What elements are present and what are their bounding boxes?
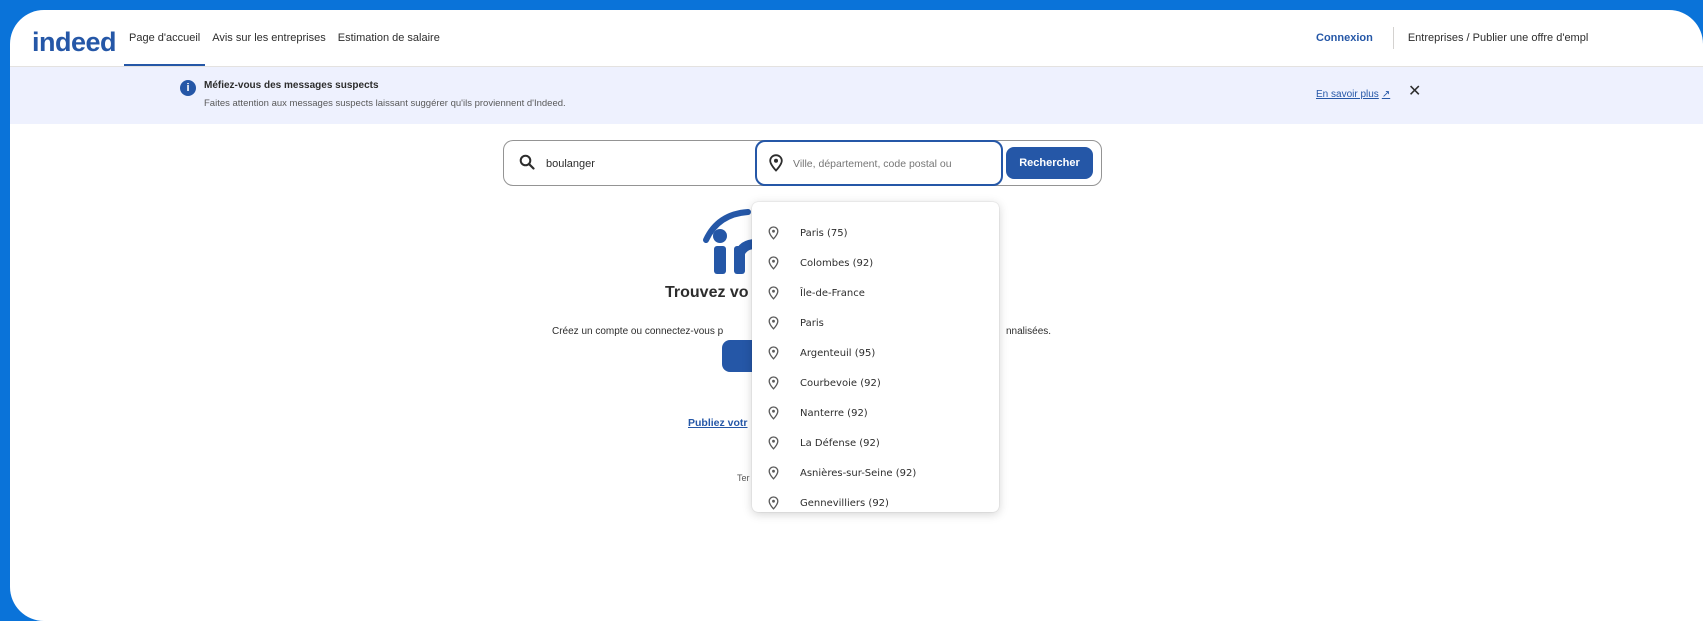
hero-subtitle: Créez un compte ou connectez-vous p xyxy=(552,326,724,337)
location-pin-icon xyxy=(768,286,779,300)
suggestions-list: Paris (75) Colombes (92) Île-de-France Pari… xyxy=(752,218,999,518)
location-suggestion[interactable]: Paris xyxy=(752,308,999,338)
search-icon xyxy=(519,154,535,170)
nav-company-reviews[interactable]: Avis sur les entreprises xyxy=(207,10,331,66)
suggestion-label: Paris xyxy=(800,317,824,329)
location-suggestion[interactable]: Paris (75) xyxy=(752,218,999,248)
search-button[interactable]: Rechercher xyxy=(1006,147,1093,179)
location-suggestion[interactable]: Argenteuil (95) xyxy=(752,338,999,368)
where-field xyxy=(755,140,1003,186)
location-suggestion[interactable]: Courbevoie (92) xyxy=(752,368,999,398)
learn-more-link[interactable]: En savoir plus ↗ xyxy=(1316,89,1390,100)
job-title-input[interactable] xyxy=(544,153,748,175)
hero-subtitle-end: nnalisées. xyxy=(1006,326,1052,337)
location-pin-icon xyxy=(768,256,779,270)
location-suggestion[interactable]: Gennevilliers (92) xyxy=(752,488,999,518)
location-suggestion[interactable]: Asnières-sur-Seine (92) xyxy=(752,458,999,488)
location-suggestion[interactable]: Colombes (92) xyxy=(752,248,999,278)
location-pin-icon xyxy=(768,406,779,420)
terms-link[interactable]: Ter xyxy=(737,473,750,483)
suggestion-label: Courbevoie (92) xyxy=(800,377,881,389)
suggestion-label: Nanterre (92) xyxy=(800,407,868,419)
location-suggestion[interactable]: Île-de-France xyxy=(752,278,999,308)
external-link-icon: ↗ xyxy=(1381,89,1391,100)
banner-title: Méfiez-vous des messages suspects xyxy=(204,80,379,91)
location-suggestion[interactable]: La Défense (92) xyxy=(752,428,999,458)
learn-more-label: En savoir plus xyxy=(1316,89,1379,100)
suggestion-label: Gennevilliers (92) xyxy=(800,497,889,509)
main-nav: Page d'accueil Avis sur les entreprises … xyxy=(124,10,447,66)
suggestion-label: Colombes (92) xyxy=(800,257,874,269)
location-pin-icon xyxy=(768,466,779,480)
nav-salary-estimate[interactable]: Estimation de salaire xyxy=(333,10,445,66)
close-icon[interactable]: ✕ xyxy=(1408,81,1421,101)
location-suggestion[interactable]: Nanterre (92) xyxy=(752,398,999,428)
nav-home[interactable]: Page d'accueil xyxy=(124,10,206,66)
header-actions: Connexion Entreprises / Publier une offr… xyxy=(1316,10,1588,66)
location-pin-icon xyxy=(768,346,779,360)
suggestion-label: Paris (75) xyxy=(800,227,848,239)
suggestion-label: Île-de-France xyxy=(800,287,865,299)
suggestion-label: La Défense (92) xyxy=(800,437,880,449)
scam-warning-banner: i Méfiez-vous des messages suspects Fait… xyxy=(10,67,1703,124)
indeed-logo[interactable]: indeed xyxy=(32,27,117,58)
job-search-bar: Rechercher xyxy=(503,140,1102,186)
info-icon: i xyxy=(180,80,196,96)
location-suggestions-dropdown: Paris (75) Colombes (92) Île-de-France Pari… xyxy=(752,202,999,512)
what-field xyxy=(504,141,754,185)
location-input[interactable] xyxy=(791,153,995,175)
banner-text: Faites attention aux messages suspects l… xyxy=(204,98,566,109)
browser-page: indeed Page d'accueil Avis sur les entre… xyxy=(10,10,1703,621)
suggestion-label: Asnières-sur-Seine (92) xyxy=(800,467,917,479)
location-pin-icon xyxy=(768,436,779,450)
location-pin-icon xyxy=(768,376,779,390)
hero-title: Trouvez vo xyxy=(665,284,749,301)
location-pin-icon xyxy=(768,316,779,330)
employers-link[interactable]: Entreprises / Publier une offre d'empl xyxy=(1408,32,1588,44)
publish-resume-link[interactable]: Publiez votr xyxy=(688,417,748,429)
header-divider xyxy=(1392,27,1394,49)
suggestion-label: Argenteuil (95) xyxy=(800,347,876,359)
location-pin-icon xyxy=(768,496,779,510)
signin-link[interactable]: Connexion xyxy=(1316,32,1373,44)
location-pin-icon xyxy=(768,226,779,240)
location-pin-icon xyxy=(769,154,783,172)
top-header: indeed Page d'accueil Avis sur les entre… xyxy=(10,10,1703,67)
